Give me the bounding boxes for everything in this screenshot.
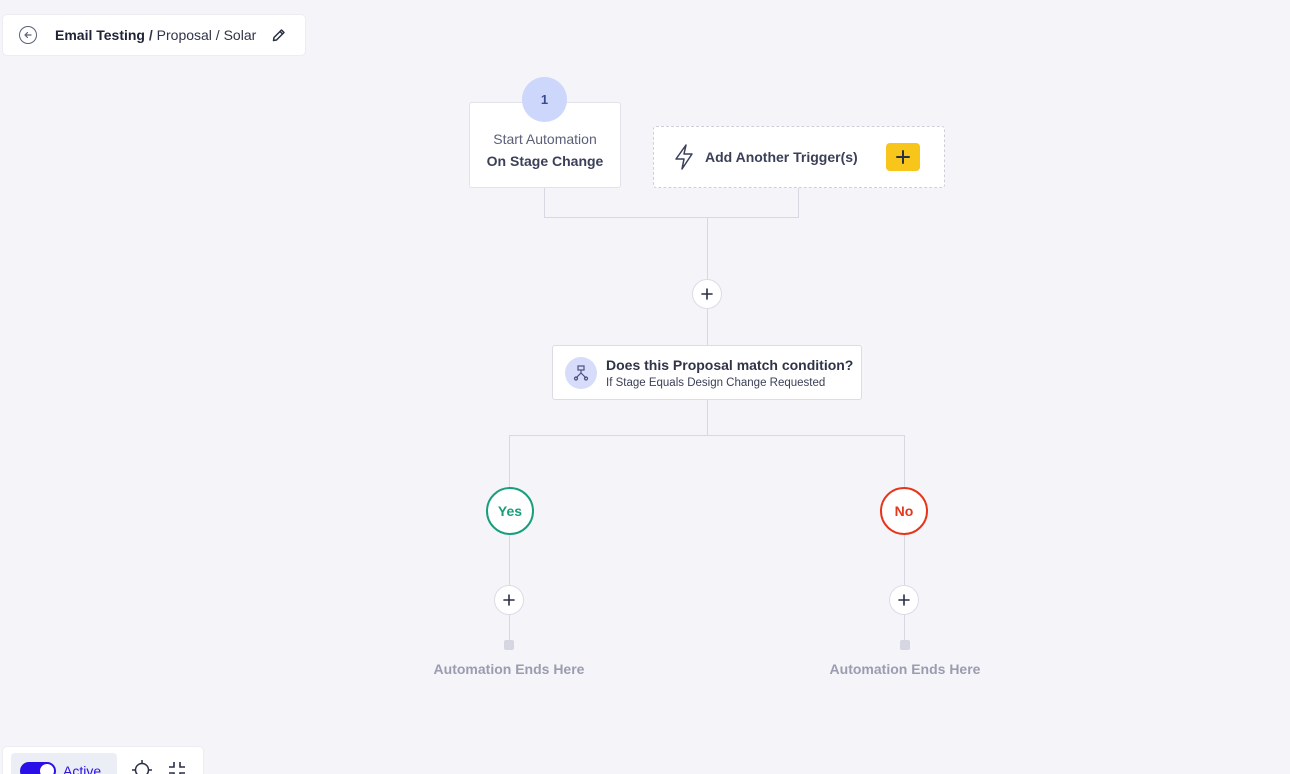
breadcrumb-path: Proposal / Solar <box>156 27 257 43</box>
breadcrumb-separator: / <box>148 27 153 43</box>
yes-branch-node[interactable]: Yes <box>486 487 534 535</box>
plus-icon <box>898 594 910 606</box>
active-toggle[interactable]: Active <box>11 753 117 774</box>
start-label: Start Automation <box>493 131 597 147</box>
condition-title: Does this Proposal match condition? <box>606 356 854 373</box>
connector-line <box>707 400 708 435</box>
start-trigger-type: On Stage Change <box>486 153 604 169</box>
breadcrumb-bar: Email Testing / Proposal / Solar <box>3 15 305 55</box>
crosshair-icon[interactable] <box>131 759 153 774</box>
pencil-icon <box>273 29 286 42</box>
back-button[interactable] <box>19 26 37 44</box>
lightning-icon <box>675 144 693 170</box>
condition-card[interactable]: Does this Proposal match condition? If S… <box>552 345 862 400</box>
condition-subtitle: If Stage Equals Design Change Requested <box>606 376 826 389</box>
end-marker <box>900 640 910 650</box>
branch-icon <box>573 364 589 381</box>
connector-line <box>544 217 799 218</box>
add-step-yes-button[interactable] <box>494 585 524 615</box>
add-trigger-card[interactable]: Add Another Trigger(s) <box>653 126 945 188</box>
step-number-badge: 1 <box>522 77 567 122</box>
add-trigger-button[interactable] <box>885 143 920 171</box>
toggle-switch[interactable] <box>20 762 56 774</box>
edit-title-button[interactable] <box>270 26 288 44</box>
no-branch-node[interactable]: No <box>880 487 928 535</box>
connector-line <box>798 188 799 218</box>
breadcrumb: Email Testing / Proposal / Solar <box>55 27 256 43</box>
end-marker <box>504 640 514 650</box>
connector-line <box>509 435 905 436</box>
condition-icon-wrap <box>565 356 597 389</box>
bottom-toolbar: Active <box>3 747 203 774</box>
automation-title: Email Testing <box>55 27 145 43</box>
connector-line <box>544 188 545 218</box>
add-step-button[interactable] <box>692 279 722 309</box>
end-label-no: Automation Ends Here <box>829 661 981 677</box>
add-trigger-label: Add Another Trigger(s) <box>705 149 858 165</box>
plus-icon <box>701 288 713 300</box>
arrow-left-icon <box>24 31 32 39</box>
end-label-yes: Automation Ends Here <box>433 661 585 677</box>
status-label: Active <box>63 763 102 774</box>
plus-icon <box>503 594 515 606</box>
add-step-no-button[interactable] <box>889 585 919 615</box>
collapse-icon[interactable] <box>166 759 188 774</box>
plus-icon <box>895 150 910 164</box>
